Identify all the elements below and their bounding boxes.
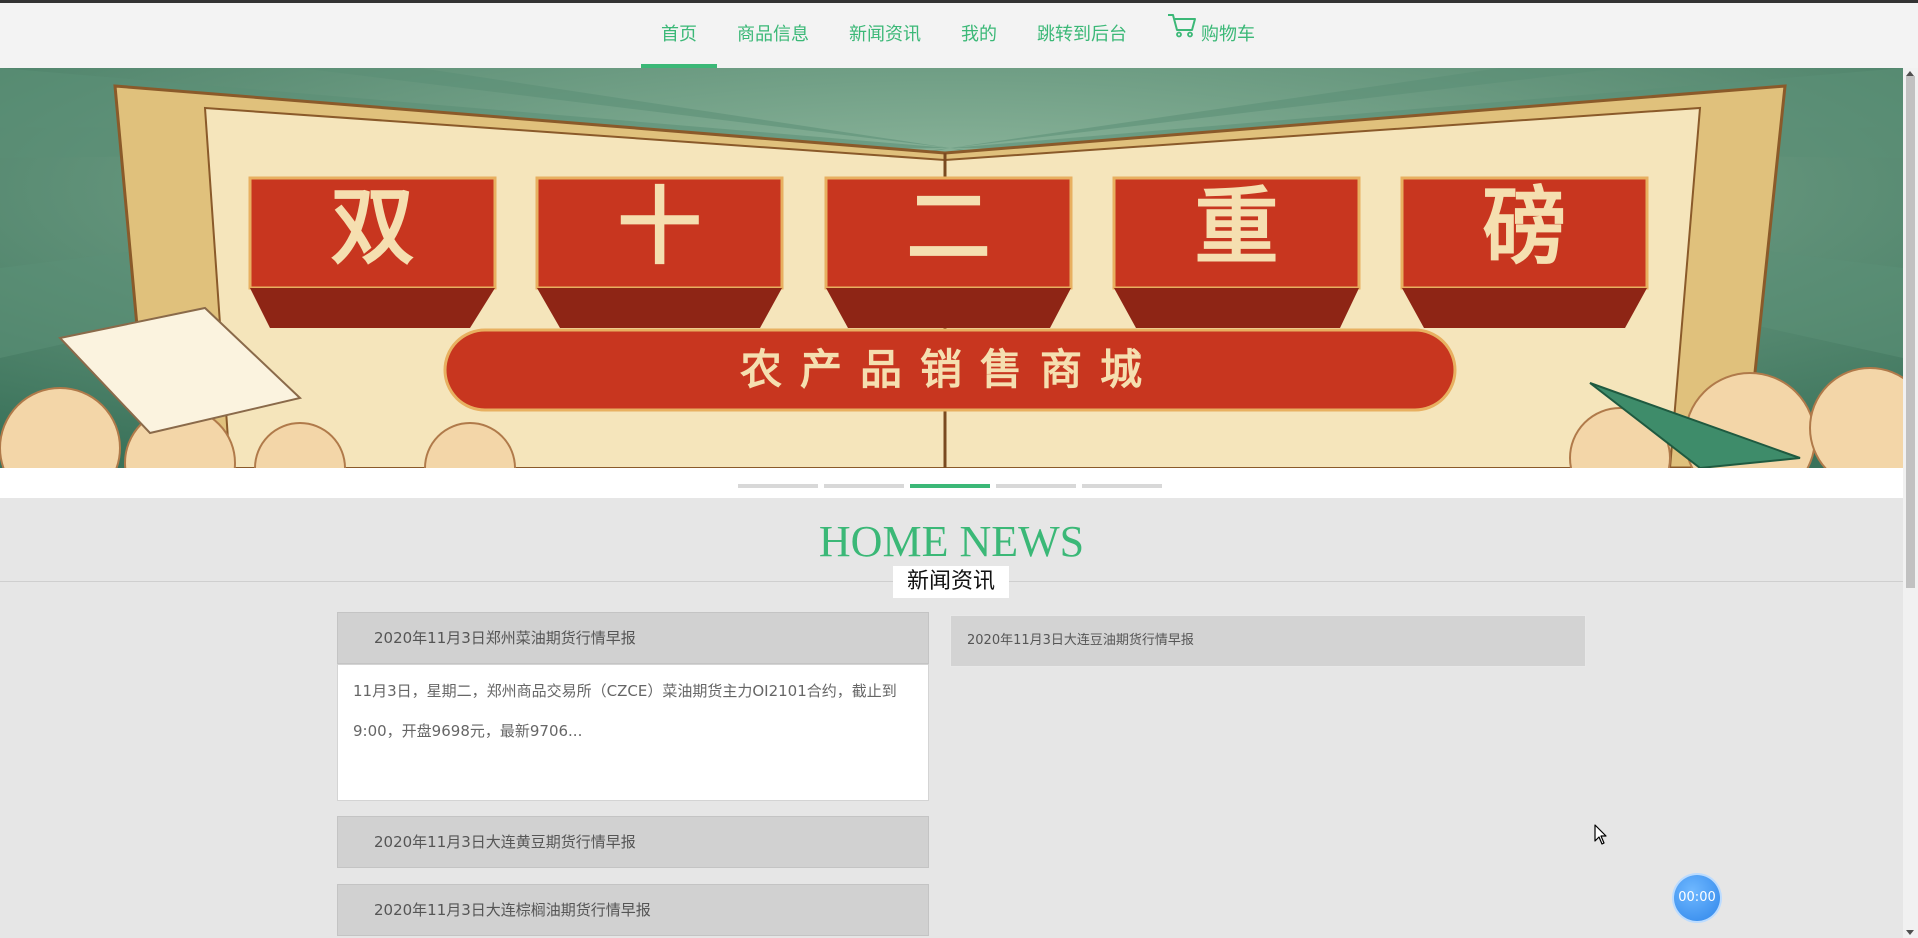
carousel-dot-5[interactable] (1082, 484, 1162, 488)
news-item-title[interactable]: 2020年11月3日大连豆油期货行情早报 (950, 615, 1586, 667)
news-item-title[interactable]: 2020年11月3日郑州菜油期货行情早报 (337, 612, 929, 664)
cart-icon (1167, 1, 1197, 65)
banner-headline-char-2: 十 (617, 177, 702, 276)
nav-item-home[interactable]: 首页 (641, 3, 717, 68)
nav-item-products[interactable]: 商品信息 (737, 3, 809, 68)
banner-headline-char-3: 二 (906, 177, 991, 276)
banner-subtitle: 农产品销售商城 (739, 345, 1160, 394)
banner-headline-char-4: 重 (1194, 177, 1279, 276)
scrollbar-thumb[interactable] (1906, 76, 1915, 588)
nav-item-mine[interactable]: 我的 (961, 3, 997, 68)
news-item-title[interactable]: 2020年11月3日大连黄豆期货行情早报 (337, 816, 929, 868)
nav-item-admin[interactable]: 跳转到后台 (1037, 3, 1127, 68)
mouse-cursor-icon (1594, 824, 1607, 845)
scroll-down-arrow-icon[interactable] (1906, 930, 1914, 935)
banner-headline-char-1: 双 (330, 177, 415, 276)
page-scrollbar[interactable] (1903, 68, 1918, 938)
news-item-title[interactable]: 2020年11月3日大连棕榈油期货行情早报 (337, 884, 929, 936)
carousel-dot-3[interactable] (910, 484, 990, 488)
carousel-dot-1[interactable] (738, 484, 818, 488)
carousel-dot-2[interactable] (824, 484, 904, 488)
nav-item-cart[interactable]: 购物车 (1167, 3, 1255, 68)
news-item-summary[interactable]: 11月3日，星期二，郑州商品交易所（CZCE）菜油期货主力OI2101合约，截止… (337, 664, 929, 801)
top-nav: 首页 商品信息 新闻资讯 我的 跳转到后台 购物车 (0, 3, 1918, 68)
carousel-indicator (0, 468, 1903, 498)
banner-headline-char-5: 磅 (1482, 177, 1567, 276)
section-subtitle: 新闻资讯 (893, 566, 1009, 598)
timer-badge[interactable]: 00:00 (1674, 875, 1720, 921)
carousel-dot-4[interactable] (996, 484, 1076, 488)
cart-label: 购物车 (1201, 24, 1255, 45)
section-title: HOME NEWS (818, 517, 1085, 566)
hero-banner[interactable]: 双 十 二 重 磅 农产品销售商城 (0, 68, 1903, 468)
nav-item-news[interactable]: 新闻资讯 (849, 3, 921, 68)
